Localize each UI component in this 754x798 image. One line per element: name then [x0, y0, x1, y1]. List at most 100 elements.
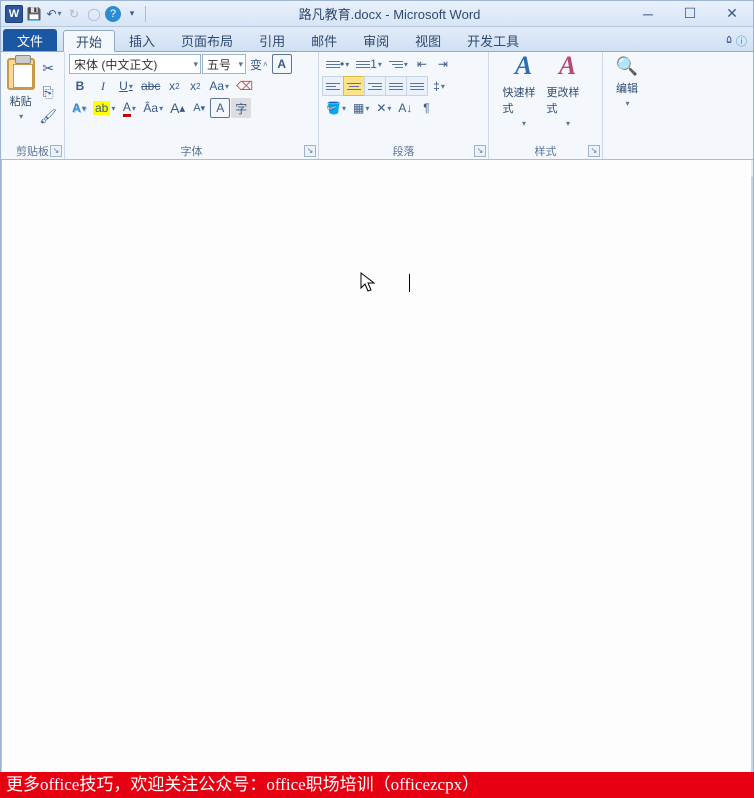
- ribbon-tab-bar: 文件 开始 插入 页面布局 引用 邮件 审阅 视图 开发工具 ۵ ⓘ: [1, 27, 753, 52]
- asian-layout-icon[interactable]: ✕▾: [373, 98, 394, 118]
- styles-launcher-icon[interactable]: ↘: [588, 145, 600, 157]
- clear-formatting-icon[interactable]: ⌫: [233, 76, 256, 96]
- repeat-icon[interactable]: ◯: [85, 5, 103, 23]
- minimize-ribbon-icon[interactable]: ۵: [726, 33, 732, 49]
- highlight-color-icon[interactable]: ab▾: [90, 98, 118, 118]
- group-clipboard: 粘贴 ▾ ✂ ⎘ 🖌 剪贴板 ↘: [1, 52, 65, 159]
- decrease-indent-icon[interactable]: ⇤: [412, 54, 432, 74]
- character-border-icon[interactable]: A: [210, 98, 230, 118]
- redo-icon[interactable]: ↻: [65, 5, 83, 23]
- align-right-icon[interactable]: [364, 76, 386, 96]
- strikethrough-button[interactable]: abc: [138, 76, 163, 96]
- bold-button[interactable]: B: [69, 76, 91, 96]
- tab-review[interactable]: 审阅: [351, 29, 401, 51]
- change-styles-button[interactable]: A 更改样式 ▾: [546, 54, 590, 124]
- save-icon[interactable]: 💾: [25, 5, 43, 23]
- tab-layout[interactable]: 页面布局: [169, 29, 245, 51]
- font-color-icon[interactable]: A▾: [119, 98, 139, 118]
- phonetic-guide-icon[interactable]: Âa▾: [140, 98, 166, 118]
- quick-styles-label: 快速样式: [503, 84, 545, 116]
- tab-insert[interactable]: 插入: [117, 29, 167, 51]
- tab-view[interactable]: 视图: [403, 29, 453, 51]
- font-launcher-icon[interactable]: ↘: [304, 145, 316, 157]
- text-caret: [409, 274, 410, 292]
- underline-button[interactable]: U▾: [115, 76, 137, 96]
- alignment-buttons: [323, 76, 428, 96]
- grow-font-alt-icon[interactable]: A▴: [167, 98, 188, 118]
- tab-file[interactable]: 文件: [3, 29, 57, 51]
- quick-styles-button[interactable]: A 快速样式 ▾: [502, 54, 546, 124]
- shrink-font-icon[interactable]: A: [272, 54, 292, 74]
- chevron-down-icon: ▾: [625, 99, 629, 108]
- chevron-down-icon: ▾: [566, 119, 570, 128]
- numbering-icon[interactable]: 1▾: [353, 54, 385, 74]
- character-shading-icon[interactable]: 字: [231, 98, 251, 118]
- format-painter-icon[interactable]: 🖌: [36, 106, 60, 126]
- increase-indent-icon[interactable]: ⇥: [433, 54, 453, 74]
- align-left-icon[interactable]: [322, 76, 344, 96]
- subscript-button[interactable]: x2: [164, 76, 184, 96]
- copy-icon[interactable]: ⎘: [36, 82, 60, 102]
- tab-home[interactable]: 开始: [63, 30, 115, 52]
- clipboard-launcher-icon[interactable]: ↘: [50, 145, 62, 157]
- shrink-font-alt-icon[interactable]: A▾: [189, 98, 209, 118]
- paste-button[interactable]: 粘贴 ▾: [5, 54, 36, 124]
- align-distribute-icon[interactable]: [406, 76, 428, 96]
- help-icon[interactable]: ?: [105, 6, 121, 22]
- align-center-icon[interactable]: [343, 76, 365, 96]
- qat-customize-icon[interactable]: ▾: [123, 5, 141, 23]
- footer-banner: 更多office技巧，欢迎关注公众号：office职场培训（officezcpx…: [0, 772, 754, 798]
- group-label-styles: 样式: [493, 143, 598, 159]
- borders-icon[interactable]: ▦▾: [350, 98, 372, 118]
- show-marks-icon[interactable]: ¶: [416, 98, 436, 118]
- group-label-font: 字体: [69, 143, 314, 159]
- window-title: 路凡教育.docx - Microsoft Word: [152, 4, 627, 23]
- quick-styles-icon: A: [515, 51, 532, 81]
- quick-access-toolbar: W 💾 ↶▾ ↻ ◯ ? ▾: [1, 5, 152, 23]
- line-spacing-icon[interactable]: ‡▾: [429, 76, 449, 96]
- change-styles-icon: A: [559, 51, 576, 81]
- group-label-editing: [607, 143, 647, 159]
- ribbon: 粘贴 ▾ ✂ ⎘ 🖌 剪贴板 ↘ 宋体 (中文正文) 五号 变˄ A B I U…: [1, 52, 753, 160]
- font-size-value: 五号: [207, 56, 231, 73]
- bullets-icon[interactable]: •▾: [323, 54, 352, 74]
- cut-icon[interactable]: ✂: [36, 58, 60, 78]
- tab-developer[interactable]: 开发工具: [455, 29, 531, 51]
- undo-icon[interactable]: ↶▾: [45, 5, 63, 23]
- font-size-select[interactable]: 五号: [202, 54, 246, 74]
- editing-label: 编辑: [616, 80, 638, 96]
- italic-button[interactable]: I: [92, 76, 114, 96]
- change-case-button[interactable]: Aa▾: [206, 76, 232, 96]
- align-justify-icon[interactable]: [385, 76, 407, 96]
- tab-references[interactable]: 引用: [247, 29, 297, 51]
- shading-icon[interactable]: 🪣▾: [323, 98, 349, 118]
- multilevel-list-icon[interactable]: ▾: [386, 54, 411, 74]
- find-button[interactable]: 🔍 编辑 ▾: [607, 54, 647, 110]
- tabbar-right: ۵ ⓘ: [726, 33, 753, 51]
- font-name-select[interactable]: 宋体 (中文正文): [69, 54, 201, 74]
- superscript-button[interactable]: x2: [185, 76, 205, 96]
- help-button-icon[interactable]: ⓘ: [736, 33, 747, 49]
- qat-separator: [145, 6, 146, 22]
- minimize-button[interactable]: ─: [627, 1, 669, 27]
- window-controls: ─ ☐ ✕: [627, 1, 753, 27]
- change-styles-label: 更改样式: [547, 84, 589, 116]
- mouse-cursor-icon: [360, 272, 378, 300]
- sort-icon[interactable]: A↓: [395, 98, 415, 118]
- font-name-value: 宋体 (中文正文): [74, 56, 157, 73]
- group-label-paragraph: 段落: [323, 143, 484, 159]
- document-page[interactable]: [1, 160, 751, 773]
- text-effects-icon[interactable]: A▾: [69, 98, 89, 118]
- grow-font-icon[interactable]: 变˄: [247, 54, 271, 74]
- group-paragraph: •▾ 1▾ ▾ ⇤ ⇥ ‡▾ 🪣▾ ▦▾ ✕▾ A↓: [319, 52, 489, 159]
- group-styles: A 快速样式 ▾ A 更改样式 ▾ 样式 ↘: [489, 52, 603, 159]
- paragraph-launcher-icon[interactable]: ↘: [474, 145, 486, 157]
- tab-mailings[interactable]: 邮件: [299, 29, 349, 51]
- document-area: [1, 160, 753, 773]
- title-bar: W 💾 ↶▾ ↻ ◯ ? ▾ 路凡教育.docx - Microsoft Wor…: [1, 1, 753, 27]
- chevron-down-icon: ▾: [522, 119, 526, 128]
- word-app-icon[interactable]: W: [5, 5, 23, 23]
- binoculars-icon: 🔍: [616, 56, 638, 77]
- close-button[interactable]: ✕: [711, 1, 753, 27]
- maximize-button[interactable]: ☐: [669, 1, 711, 27]
